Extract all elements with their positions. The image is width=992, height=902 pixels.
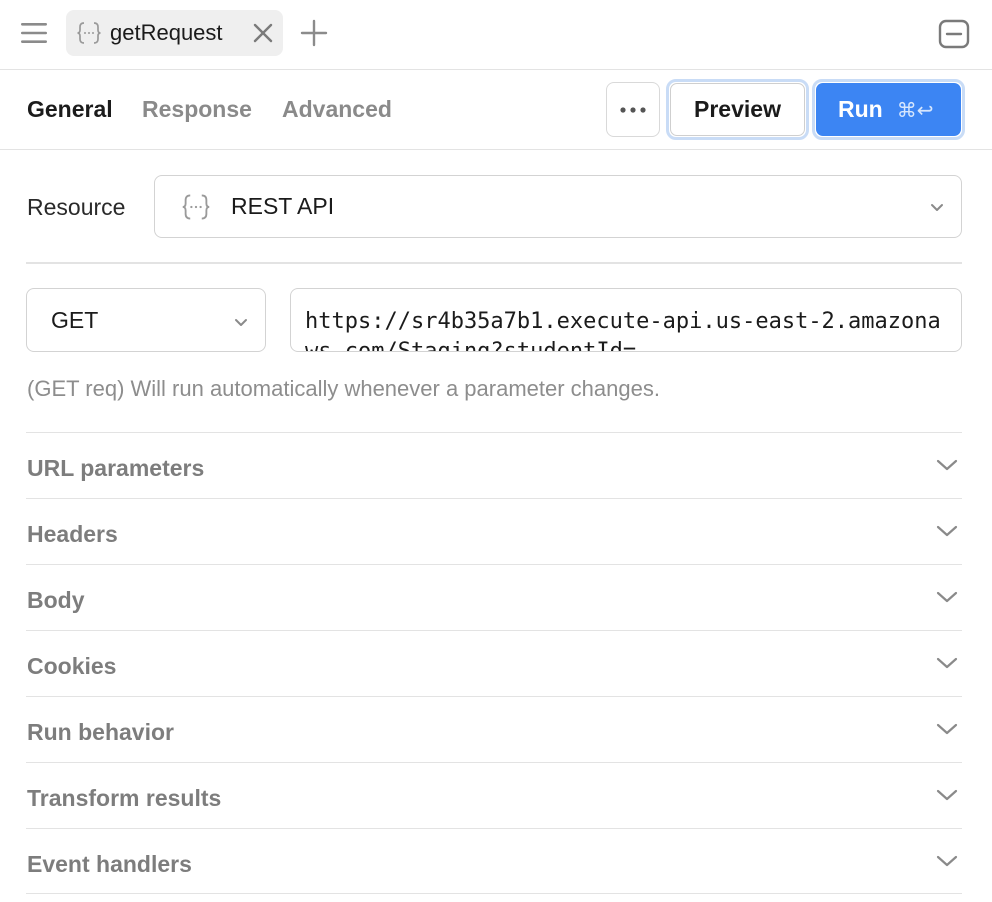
resource-label: Resource: [27, 194, 126, 220]
chevron-down-icon: [936, 590, 958, 604]
query-tab-getrequest[interactable]: getRequest: [66, 10, 283, 56]
section-label: Transform results: [27, 785, 222, 811]
run-button-label: Run: [838, 96, 883, 122]
section-label: Run behavior: [27, 719, 174, 745]
more-options-button[interactable]: [606, 82, 660, 137]
section-cookies[interactable]: Cookies: [26, 630, 962, 696]
chevron-down-icon: [233, 315, 249, 329]
http-method-value: GET: [51, 306, 99, 333]
section-run-behavior[interactable]: Run behavior: [26, 696, 962, 762]
plus-icon[interactable]: [300, 19, 328, 47]
section-label: Event handlers: [27, 851, 192, 877]
tab-advanced[interactable]: Advanced: [282, 96, 392, 123]
section-label: Body: [27, 587, 85, 613]
section-label: URL parameters: [27, 455, 205, 481]
chevron-down-icon: [936, 656, 958, 670]
tab-response[interactable]: Response: [142, 96, 252, 123]
section-url-parameters[interactable]: URL parameters: [26, 432, 962, 498]
resource-select-value: REST API: [231, 193, 335, 219]
url-input[interactable]: https://sr4b35a7b1.execute-api.us-east-2…: [290, 288, 962, 352]
run-shortcut-hint: ⌘↩: [896, 97, 934, 122]
section-label: Cookies: [27, 653, 117, 679]
divider: [26, 262, 962, 264]
resource-select[interactable]: REST API: [154, 175, 962, 238]
query-tab-label: getRequest: [110, 20, 223, 45]
http-method-select[interactable]: GET: [26, 288, 266, 352]
chevron-down-icon: [936, 788, 958, 802]
section-event-handlers[interactable]: Event handlers: [26, 828, 962, 894]
editor-subtabs: General Response Advanced Preview Run ⌘↩: [0, 70, 992, 150]
hamburger-menu-icon[interactable]: [20, 20, 48, 46]
section-body[interactable]: Body: [26, 564, 962, 630]
auto-run-hint: (GET req) Will run automatically wheneve…: [27, 376, 660, 401]
chevron-down-icon: [936, 854, 958, 868]
collapse-panel-icon[interactable]: [938, 19, 970, 49]
chevron-down-icon: [936, 722, 958, 736]
preview-button[interactable]: Preview: [666, 79, 809, 140]
chevron-down-icon: [936, 458, 958, 472]
url-input-value: https://sr4b35a7b1.execute-api.us-east-2…: [305, 309, 941, 352]
chevron-down-icon: [929, 200, 945, 214]
settings-sections: URL parameters Headers Body Cookies Run …: [26, 432, 962, 894]
curly-braces-icon: [181, 192, 211, 222]
close-icon[interactable]: [251, 21, 275, 45]
curly-braces-icon: [76, 20, 102, 46]
section-transform-results[interactable]: Transform results: [26, 762, 962, 828]
section-label: Headers: [27, 521, 118, 547]
preview-button-label: Preview: [694, 96, 781, 122]
chevron-down-icon: [936, 524, 958, 538]
section-headers[interactable]: Headers: [26, 498, 962, 564]
run-button[interactable]: Run ⌘↩: [812, 79, 965, 140]
more-horizontal-icon: [620, 106, 646, 113]
query-tab-bar: getRequest: [0, 0, 992, 70]
tab-general[interactable]: General: [27, 96, 113, 123]
